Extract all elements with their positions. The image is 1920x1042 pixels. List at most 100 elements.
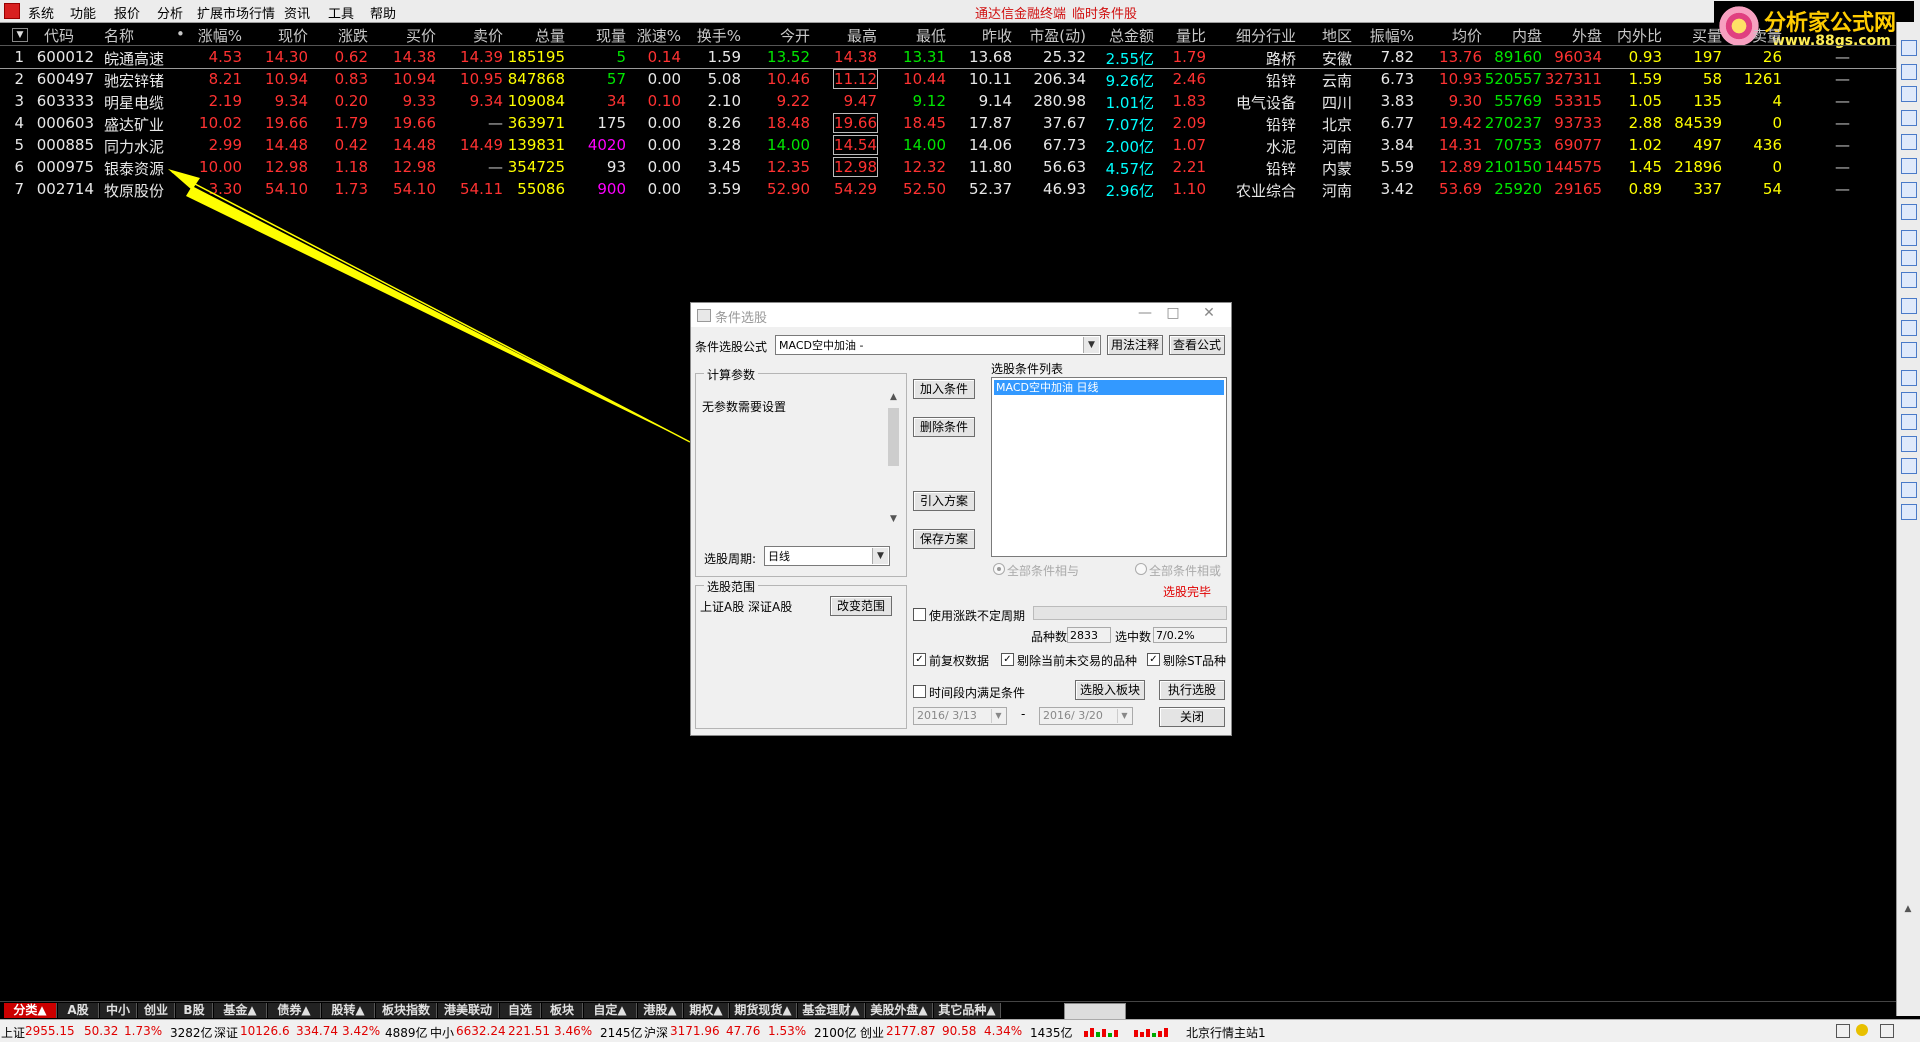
scroll-up-icon[interactable]: ▲ (886, 392, 901, 402)
add-to-block-button[interactable]: 选股入板块 (1075, 680, 1145, 700)
usage-notes-button[interactable]: 用法注释 (1107, 335, 1163, 355)
tab-3[interactable]: 创业 (138, 1003, 175, 1018)
dialog-titlebar[interactable]: 条件选股 — □ ✕ (691, 303, 1231, 327)
condition-list-item[interactable]: MACD空中加油 日线 (994, 380, 1224, 395)
table-row[interactable]: 3 603333 明星电缆 2.19 9.34 0.20 9.33 9.34 109084 34 0… (0, 90, 1896, 112)
column-header[interactable]: 总金额 (1109, 25, 1154, 46)
column-header[interactable]: 地区 (1322, 25, 1352, 46)
delete-condition-button[interactable]: 删除条件 (913, 417, 975, 437)
exclude-st-checkbox[interactable]: ✓ (1147, 653, 1160, 666)
date-from-picker[interactable]: 2016/ 3/13 ▼ (913, 707, 1007, 725)
down-arrow-icon[interactable] (1901, 64, 1917, 80)
column-header[interactable]: 均价 (1452, 25, 1482, 46)
notification-icon[interactable] (1856, 1024, 1868, 1036)
tab-0[interactable]: 分类▲ (4, 1003, 57, 1018)
table-row[interactable]: 5 000885 同力水泥 2.99 14.48 0.42 14.48 14.49 139831… (0, 134, 1896, 156)
table-row[interactable]: 6 000975 银泰资源 10.00 12.98 1.18 12.98—354725 93 0… (0, 156, 1896, 178)
exclude-suspended-checkbox[interactable]: ✓ (1001, 653, 1014, 666)
tab-12[interactable]: 自定▲ (584, 1003, 637, 1018)
chevron-down-icon[interactable]: ▼ (1083, 337, 1099, 353)
coins-icon[interactable] (1901, 504, 1917, 520)
column-header[interactable]: 卖价 (473, 25, 503, 46)
tab-4[interactable]: B股 (176, 1003, 213, 1018)
tab-8[interactable]: 板块指数 (376, 1003, 437, 1018)
tab-scrollbar[interactable] (1064, 1003, 1126, 1020)
column-header[interactable]: 总量 (535, 25, 565, 46)
notes-icon[interactable] (1901, 250, 1917, 266)
table-row[interactable]: 4 000603 盛达矿业 10.02 19.66 1.79 19.66—363971 175… (0, 112, 1896, 134)
import-scheme-button[interactable]: 引入方案 (913, 491, 975, 511)
column-header[interactable]: 换手% (697, 25, 741, 46)
column-header[interactable]: 卖量 (1752, 25, 1782, 46)
scroll-up-icon[interactable]: ▲ (1901, 902, 1915, 916)
tab-9[interactable]: 港美联动 (438, 1003, 499, 1018)
menu-help[interactable]: 帮助 (370, 3, 396, 22)
table-row[interactable]: 1 600012 皖通高速 4.53 14.30 0.62 14.38 14.39 185195… (0, 46, 1896, 69)
condition-list[interactable]: MACD空中加油 日线 (991, 377, 1227, 557)
folder-icon[interactable] (1901, 370, 1917, 386)
menu-function[interactable]: 功能 (70, 3, 96, 22)
tab-13[interactable]: 港股▲ (638, 1003, 683, 1018)
table-row[interactable]: 7 002714 牧原股份 3.30 54.10 1.73 54.10 54.11 55086 9… (0, 178, 1896, 200)
column-header[interactable]: 最低 (916, 25, 946, 46)
layout-icon[interactable] (1901, 414, 1917, 430)
column-header[interactable]: 细分行业 (1236, 25, 1296, 46)
column-header[interactable]: 今开 (780, 25, 810, 46)
menu-system[interactable]: 系统 (28, 3, 54, 22)
save-scheme-button[interactable]: 保存方案 (913, 529, 975, 549)
params-scrollbar[interactable]: ▲ ▼ (886, 392, 901, 528)
circle-icon[interactable] (1901, 342, 1917, 358)
tab-18[interactable]: 其它品种▲ (934, 1003, 1001, 1018)
close-icon[interactable]: ✕ (1199, 305, 1219, 321)
table-row[interactable]: 2 600497 驰宏锌锗 8.21 10.94 0.83 10.94 10.95 847868… (0, 68, 1896, 90)
etf-icon[interactable] (1901, 436, 1917, 452)
menu-extended-market[interactable]: 扩展市场行情 (197, 3, 275, 22)
tab-17[interactable]: 美股外盘▲ (866, 1003, 933, 1018)
tab-15[interactable]: 期货现货▲ (730, 1003, 797, 1018)
window-icon[interactable] (1836, 1024, 1850, 1038)
period-select[interactable]: 日线 ▼ (764, 546, 890, 566)
tab-2[interactable]: 中小 (100, 1003, 137, 1018)
menu-tools[interactable]: 工具 (328, 3, 354, 22)
adjust-data-checkbox[interactable]: ✓ (913, 653, 926, 666)
formula-select[interactable]: MACD空中加油 - ▼ (775, 335, 1101, 355)
chevron-down-icon[interactable]: ▼ (1117, 709, 1131, 723)
tab-16[interactable]: 基金理财▲ (798, 1003, 865, 1018)
menu-analysis[interactable]: 分析 (157, 3, 183, 22)
chart-icon[interactable] (1901, 134, 1917, 150)
lock-icon[interactable] (1901, 482, 1917, 498)
radio-all-or[interactable] (1135, 563, 1147, 575)
export-icon[interactable] (1901, 458, 1917, 474)
column-header[interactable]: 昨收 (982, 25, 1012, 46)
list-icon[interactable] (1901, 110, 1917, 126)
tab-1[interactable]: A股 (58, 1003, 99, 1018)
column-header[interactable]: 最高 (847, 25, 877, 46)
column-header[interactable]: 涨跌 (338, 25, 368, 46)
column-header[interactable]: 市盈(动) (1029, 25, 1086, 46)
tab-10[interactable]: 自选 (500, 1003, 541, 1018)
column-header[interactable]: 内外比 (1617, 25, 1662, 46)
column-header[interactable]: 振幅% (1370, 25, 1414, 46)
close-button[interactable]: 关闭 (1159, 707, 1225, 727)
change-range-button[interactable]: 改变范围 (830, 596, 892, 616)
column-header[interactable]: 涨速% (637, 25, 681, 46)
radio-all-and[interactable] (993, 563, 1005, 575)
scroll-thumb[interactable] (888, 408, 899, 466)
tab-11[interactable]: 板块 (542, 1003, 583, 1018)
money-icon[interactable] (1901, 392, 1917, 408)
tab-14[interactable]: 期权▲ (684, 1003, 729, 1018)
table-icon[interactable] (1901, 158, 1917, 174)
doc-icon[interactable] (1901, 230, 1917, 246)
minimize-icon[interactable]: — (1135, 305, 1155, 321)
column-header[interactable]: • (176, 25, 185, 43)
doc-icon[interactable] (1901, 204, 1917, 220)
settings-icon[interactable] (1880, 1024, 1894, 1038)
column-header[interactable]: 涨幅% (198, 25, 242, 46)
column-header[interactable]: 代码 (44, 25, 74, 46)
execute-select-button[interactable]: 执行选股 (1159, 680, 1225, 700)
maximize-icon[interactable]: □ (1163, 305, 1183, 321)
building-icon[interactable] (1901, 272, 1917, 288)
grid-icon[interactable] (1901, 86, 1917, 102)
up-arrow-icon[interactable] (1901, 40, 1917, 56)
tab-6[interactable]: 债券▲ (268, 1003, 321, 1018)
